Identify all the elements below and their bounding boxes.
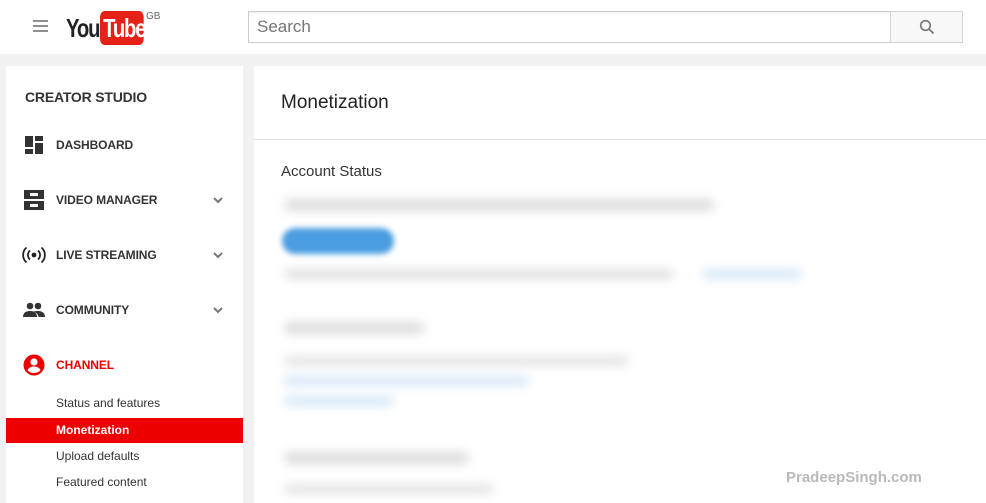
- channel-icon: [22, 353, 46, 377]
- redacted-link[interactable]: [702, 269, 802, 279]
- page-title: Monetization: [281, 92, 389, 113]
- video-manager-icon: [22, 188, 46, 212]
- dashboard-icon: [22, 133, 46, 157]
- region-code: GB: [146, 11, 161, 22]
- masthead: You Tube GB: [0, 0, 986, 54]
- search-button[interactable]: [890, 11, 963, 43]
- main-content: Monetization Account Status PradeepSingh…: [254, 66, 986, 503]
- sidebar-item-video-manager[interactable]: VIDEO MANAGER: [6, 185, 243, 215]
- community-icon: [22, 298, 46, 322]
- search-icon: [919, 19, 934, 35]
- subnav-upload-defaults[interactable]: Upload defaults: [6, 444, 243, 469]
- hamburger-menu-icon[interactable]: [33, 20, 48, 33]
- chevron-down-icon[interactable]: [211, 193, 225, 207]
- sidebar-item-label: LIVE STREAMING: [56, 248, 157, 262]
- sidebar-item-channel[interactable]: CHANNEL: [6, 350, 243, 380]
- sidebar-title: CREATOR STUDIO: [25, 89, 147, 105]
- youtube-logo[interactable]: You Tube GB: [66, 11, 160, 45]
- chevron-down-icon[interactable]: [211, 248, 225, 262]
- search-input[interactable]: [248, 11, 891, 43]
- logo-you-text: You: [66, 12, 100, 43]
- sidebar-item-dashboard[interactable]: DASHBOARD: [6, 130, 243, 160]
- live-streaming-icon: [22, 243, 46, 267]
- sidebar-item-community[interactable]: COMMUNITY: [6, 295, 243, 325]
- subnav-status-and-features[interactable]: Status and features: [6, 391, 243, 416]
- watermark: PradeepSingh.com: [786, 469, 922, 486]
- logo-tube-text: Tube: [100, 11, 147, 45]
- redacted-heading: [284, 322, 424, 334]
- redacted-text-line: [284, 269, 674, 279]
- sidebar-item-label: COMMUNITY: [56, 303, 130, 317]
- redacted-link[interactable]: [284, 396, 394, 406]
- redacted-blue-button[interactable]: [282, 228, 394, 254]
- sidebar-item-live-streaming[interactable]: LIVE STREAMING: [6, 240, 243, 270]
- creator-studio-sidebar: CREATOR STUDIO DASHBOARD VIDEO MANAGER L…: [6, 66, 243, 503]
- subnav-featured-content[interactable]: Featured content: [6, 470, 243, 495]
- sidebar-item-label: CHANNEL: [56, 358, 114, 372]
- redacted-text-line: [284, 199, 714, 211]
- sidebar-item-label: DASHBOARD: [56, 138, 134, 152]
- subnav-monetization[interactable]: Monetization: [6, 418, 243, 443]
- redacted-link[interactable]: [284, 376, 529, 386]
- chevron-down-icon[interactable]: [211, 303, 225, 317]
- section-title-account-status: Account Status: [281, 163, 382, 180]
- sidebar-item-label: VIDEO MANAGER: [56, 193, 158, 207]
- redacted-text-line: [284, 356, 629, 366]
- redacted-heading: [284, 452, 469, 464]
- header-divider: [254, 139, 986, 140]
- redacted-text-line: [284, 484, 494, 494]
